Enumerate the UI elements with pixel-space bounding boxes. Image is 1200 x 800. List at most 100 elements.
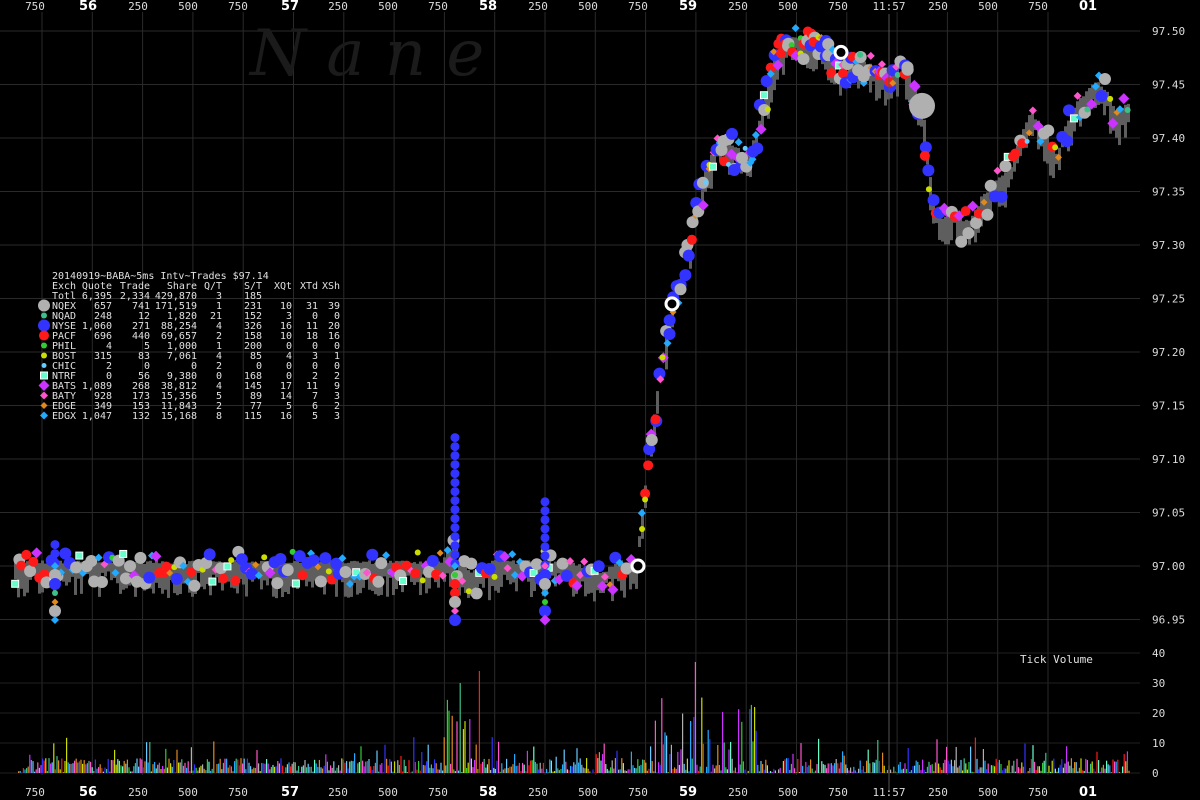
volume-bar [998, 759, 1000, 773]
volume-bar [150, 771, 152, 773]
trade-marker [465, 557, 478, 570]
legend-header: XQt [274, 281, 292, 292]
volume-bar [763, 769, 765, 773]
volume-bar [282, 765, 284, 773]
volume-bar [848, 770, 850, 773]
volume-bar [565, 761, 567, 773]
volume-bar [862, 766, 864, 773]
trade-marker [314, 575, 327, 588]
time-tick-label-top: 500 [578, 0, 598, 13]
volume-bar [907, 748, 909, 773]
trade-marker [271, 577, 284, 590]
time-tick-label-bottom: 57 [281, 785, 299, 800]
volume-bar [1038, 766, 1040, 773]
volume-bar [219, 758, 221, 773]
volume-bar [360, 746, 362, 773]
volume-bar [1043, 760, 1045, 773]
volume-bar [699, 766, 701, 773]
trade-marker [540, 533, 550, 543]
time-tick-label-top: 11:57 [872, 0, 905, 13]
volume-bar [960, 759, 962, 773]
volume-bar [342, 759, 344, 773]
volume-bar [965, 763, 967, 773]
volume-bar [1045, 752, 1047, 773]
volume-bar [269, 769, 271, 773]
volume-bar [358, 762, 360, 773]
volume-bar [934, 762, 936, 773]
volume-bar [720, 770, 722, 773]
trade-marker [927, 194, 940, 207]
volume-bar [1013, 760, 1015, 773]
volume-bar [147, 762, 149, 773]
volume-bar [600, 760, 602, 773]
volume-bar [1080, 758, 1082, 773]
volume-bar [496, 760, 498, 773]
volume-bar [338, 765, 340, 773]
volume-bar [90, 761, 92, 773]
quote-range-bar [710, 154, 713, 189]
volume-bar [984, 760, 986, 773]
volume-bar [376, 750, 378, 773]
volume-bar [450, 763, 452, 773]
volume-bar [1074, 762, 1076, 773]
volume-bar [653, 771, 655, 773]
volume-bar [912, 766, 914, 773]
volume-bar [678, 764, 680, 773]
volume-bar [117, 759, 119, 773]
volume-bar [734, 767, 736, 773]
volume-tick-label: 10 [1152, 737, 1165, 750]
volume-bar [595, 754, 597, 773]
volume-bar [163, 768, 165, 773]
volume-bar [126, 759, 128, 773]
volume-bar [493, 767, 495, 773]
volume-bar [325, 754, 327, 773]
volume-bar [883, 765, 885, 773]
volume-bar [448, 710, 450, 773]
volume-bar [248, 762, 250, 773]
trade-marker [436, 549, 444, 557]
volume-bar [930, 764, 932, 773]
volume-bar [72, 763, 74, 773]
trade-marker [742, 145, 748, 151]
volume-bar [858, 768, 860, 773]
volume-bar [438, 769, 440, 773]
volume-bar [146, 742, 148, 773]
volume-bar [298, 765, 300, 773]
volume-bar [53, 743, 55, 773]
trade-marker [399, 577, 408, 586]
volume-bar [488, 758, 490, 773]
volume-bar [654, 720, 656, 773]
legend-swatch [40, 411, 48, 420]
volume-bar [498, 741, 500, 773]
volume-bar [622, 763, 624, 773]
trade-marker [925, 186, 932, 193]
trade-marker [143, 571, 156, 584]
trade-marker [319, 552, 332, 565]
quote-range-bar [1004, 172, 1007, 208]
volume-bar [176, 749, 178, 773]
volume-bar [352, 761, 354, 773]
volume-bar [136, 758, 138, 773]
volume-bar [1110, 772, 1112, 773]
volume-bar [920, 770, 922, 773]
volume-bar [790, 763, 792, 773]
trade-marker [75, 551, 84, 560]
volume-bar [1117, 759, 1119, 773]
volume-panel-title: Tick Volume [1020, 653, 1093, 666]
volume-bar [760, 760, 762, 773]
volume-bar [242, 763, 244, 773]
volume-bar [470, 758, 472, 773]
volume-bar [619, 769, 621, 773]
volume-bar [38, 767, 40, 773]
time-tick-label-bottom: 250 [728, 786, 748, 799]
trade-marker [970, 216, 983, 229]
volume-bar [536, 763, 538, 773]
trade-marker [450, 505, 460, 515]
volume-bar [206, 759, 208, 773]
volume-bar [408, 760, 410, 773]
volume-bar [914, 765, 916, 773]
quote-range-bar [1052, 148, 1055, 179]
volume-bar [1107, 764, 1109, 773]
volume-bar [344, 762, 346, 773]
trade-marker [1098, 73, 1111, 86]
